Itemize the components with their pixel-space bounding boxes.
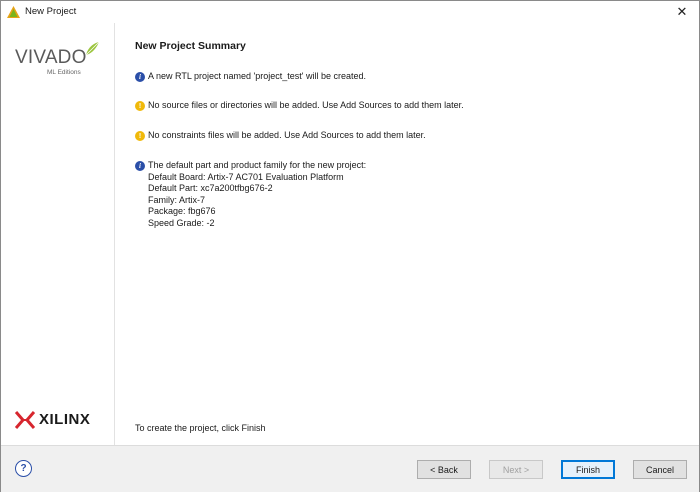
message-default-part: i The default part and product family fo… — [135, 160, 366, 229]
xilinx-logo-text: XILINX — [39, 411, 91, 428]
vivado-logo-text: VIVADO — [15, 47, 87, 68]
close-button[interactable]: ✕ — [665, 1, 699, 23]
cancel-button[interactable]: Cancel — [633, 460, 687, 479]
message-text: No source files or directories will be a… — [148, 100, 464, 110]
vivado-logo: VIVADO ML Editions — [15, 41, 105, 95]
summary-panel: New Project Summary i A new RTL project … — [116, 23, 699, 445]
back-button[interactable]: < Back — [417, 460, 471, 479]
vivado-app-icon — [7, 6, 20, 18]
finish-button[interactable]: Finish — [561, 460, 615, 479]
message-rtl-project: i A new RTL project named 'project_test'… — [135, 71, 366, 83]
message-no-constraints: ! No constraints files will be added. Us… — [135, 130, 426, 142]
part-details: The default part and product family for … — [148, 160, 366, 229]
window-title: New Project — [25, 6, 77, 17]
next-button[interactable]: Next > — [489, 460, 543, 479]
xilinx-mark-icon — [15, 411, 35, 429]
message-text: A new RTL project named 'project_test' w… — [148, 71, 367, 81]
info-icon: i — [135, 161, 145, 171]
leaf-icon — [85, 41, 100, 56]
message-no-sources: ! No source files or directories will be… — [135, 100, 464, 112]
package: Package: fbg676 — [148, 206, 216, 216]
new-project-dialog: New Project ✕ VIVADO ML Editions XILINX … — [0, 0, 700, 492]
message-text: No constraints files will be added. Use … — [148, 130, 426, 140]
default-part: Default Part: xc7a200tfbg676-2 — [148, 183, 273, 193]
help-button[interactable]: ? — [15, 460, 32, 477]
edition-label: ML Editions — [47, 69, 81, 76]
warning-icon: ! — [135, 101, 145, 111]
warning-icon: ! — [135, 131, 145, 141]
title-bar: New Project ✕ — [1, 1, 699, 23]
family: Family: Artix-7 — [148, 194, 206, 205]
finish-hint: To create the project, click Finish — [135, 423, 266, 433]
default-board: Default Board: Artix-7 AC701 Evaluation … — [148, 171, 344, 182]
xilinx-logo: XILINX — [15, 409, 105, 431]
button-bar: ? < Back Next > Finish Cancel — [1, 445, 699, 492]
info-icon: i — [135, 72, 145, 82]
sidebar: VIVADO ML Editions XILINX — [1, 23, 115, 445]
page-title: New Project Summary — [135, 40, 246, 52]
part-details-heading: The default part and product family for … — [148, 160, 367, 170]
speed-grade: Speed Grade: -2 — [148, 217, 215, 228]
